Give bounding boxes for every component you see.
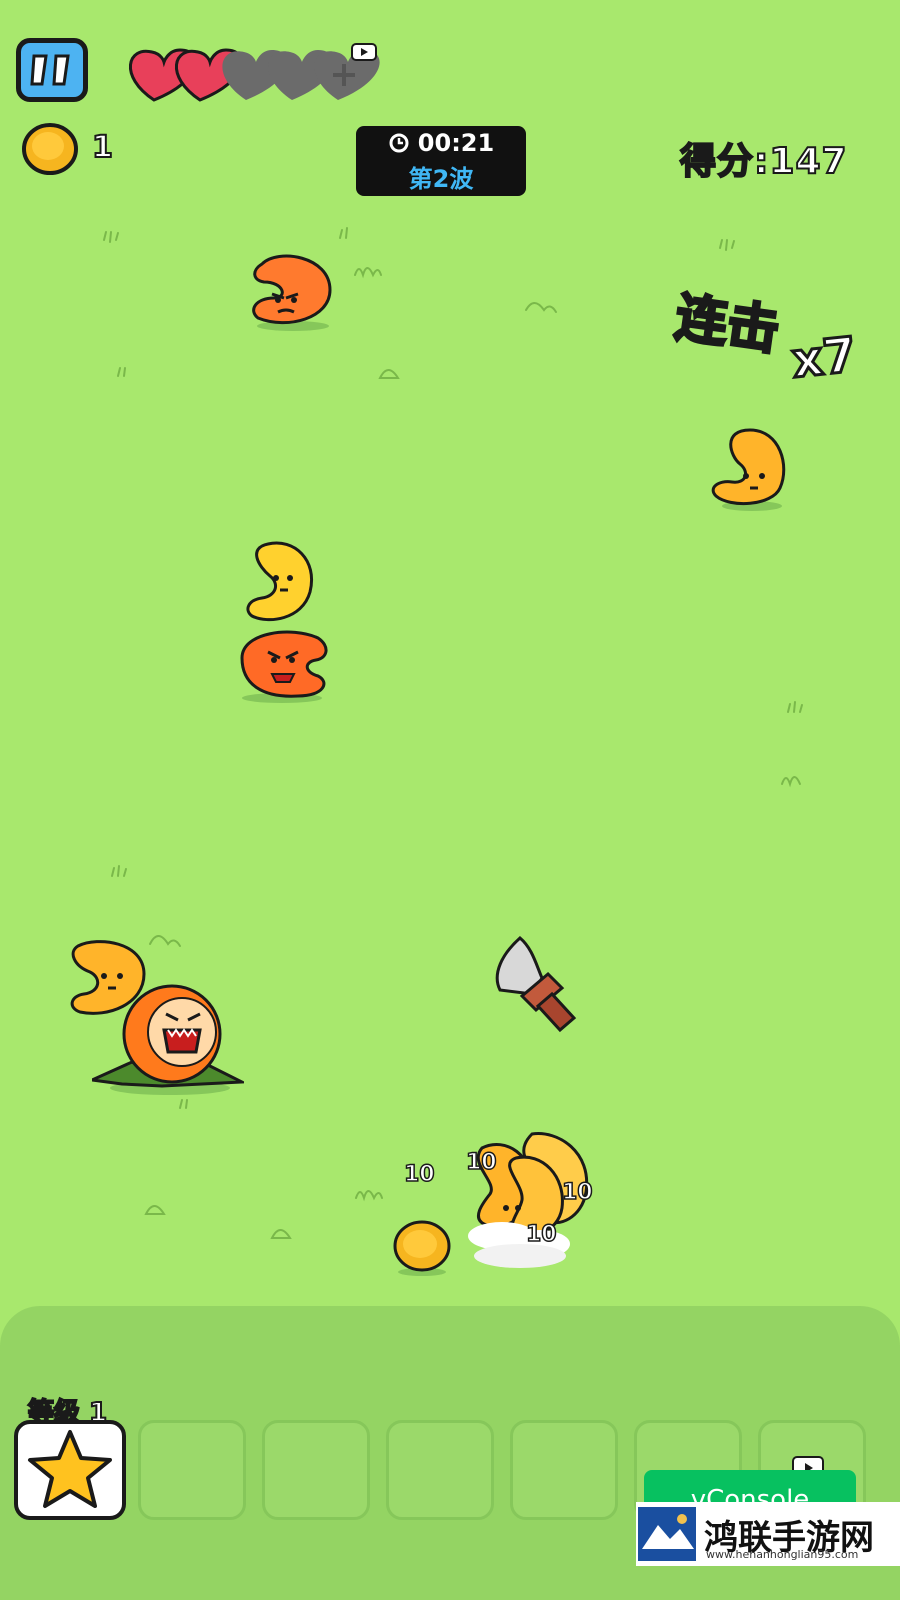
coin-icon (22, 123, 78, 175)
watermark-url: www.henanhonglian95.com (706, 1548, 859, 1561)
coin-count: 1 (91, 129, 114, 166)
wave-timer: 00:21 第2波 (356, 126, 526, 196)
yellow-bean-enemy (246, 541, 313, 622)
damage-number: 10 (403, 1161, 435, 1188)
watermark-logo-icon (638, 1507, 696, 1561)
combo-multiplier: x7 (788, 325, 861, 390)
inventory-slot-empty[interactable] (510, 1420, 618, 1520)
video-ad-icon (351, 43, 377, 61)
damage-number: 10 (561, 1179, 593, 1206)
orange-boss-enemy (92, 984, 244, 1095)
combo-label: 连击 (670, 287, 784, 364)
inventory-slot-empty[interactable] (386, 1420, 494, 1520)
site-watermark: 鸿联手游网 www.henanhonglian95.com (636, 1502, 900, 1566)
pause-button[interactable] (16, 38, 88, 102)
health-hearts (129, 43, 380, 102)
angry-orange-bean-enemy (240, 630, 328, 703)
inventory-slot-empty[interactable] (138, 1420, 246, 1520)
clock-icon (389, 133, 409, 152)
score-display: 得分:147 (679, 132, 848, 184)
damage-number: 10 (465, 1149, 497, 1176)
damage-number: 10 (525, 1221, 557, 1248)
inventory-slot-empty[interactable] (262, 1420, 370, 1520)
wave-label: 第2波 (408, 164, 474, 193)
inventory-slot-star[interactable] (14, 1420, 126, 1520)
score-label: 得分: (679, 140, 770, 183)
timer-text: 00:21 (417, 128, 495, 157)
knife-weapon (495, 936, 577, 1033)
score-value: 147 (768, 140, 848, 183)
dropped-coin (393, 1220, 451, 1276)
yellow-bean-enemy (711, 428, 786, 511)
star-icon (28, 1430, 112, 1508)
angry-orange-bean-enemy (252, 254, 332, 331)
pause-icon (30, 54, 70, 86)
